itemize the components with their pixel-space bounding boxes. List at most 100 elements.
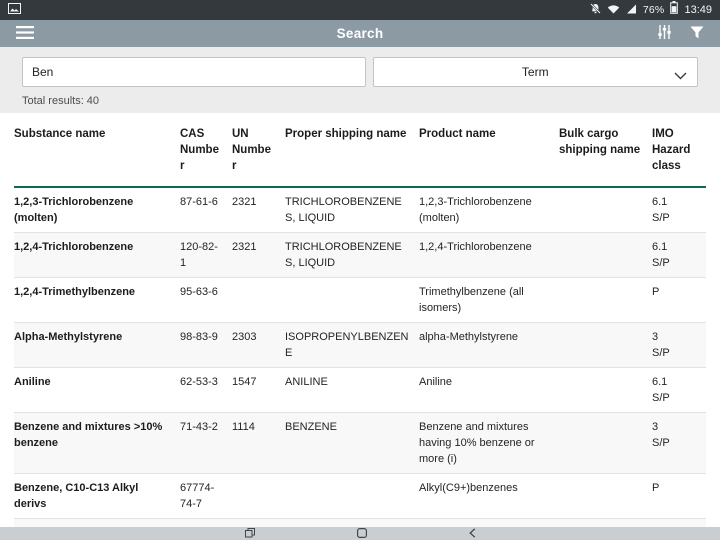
table-cell xyxy=(232,519,285,528)
table-cell: 3 S/P xyxy=(652,323,706,368)
filter-button[interactable] xyxy=(686,23,708,44)
table-cell: TRICHLOROBENZENES, LIQUID xyxy=(285,233,419,278)
table-cell: alpha-Methylstyrene xyxy=(419,323,559,368)
table-row[interactable]: Benzene, C10-C13 Alkyl derivs67774-74-7A… xyxy=(14,474,706,519)
table-cell: Trimethylbenzene (all isomers) xyxy=(419,278,559,323)
table-row[interactable]: Alpha-Methylstyrene98-83-92303ISOPROPENY… xyxy=(14,323,706,368)
results-table: Substance nameCAS NumberUN NumberProper … xyxy=(14,113,706,527)
column-header[interactable]: Substance name xyxy=(14,113,180,187)
search-input[interactable] xyxy=(22,57,366,87)
search-row: Term xyxy=(22,57,698,87)
table-cell xyxy=(285,474,419,519)
status-bar-left xyxy=(8,1,21,19)
table-cell xyxy=(285,278,419,323)
table-cell xyxy=(559,474,652,519)
app-bar-actions xyxy=(653,23,708,44)
table-cell xyxy=(559,233,652,278)
tune-icon xyxy=(657,25,672,42)
signal-icon xyxy=(626,1,637,19)
table-header-row: Substance nameCAS NumberUN NumberProper … xyxy=(14,113,706,187)
table-cell: Benzyl butyl phthalate xyxy=(14,519,180,528)
table-cell xyxy=(559,519,652,528)
table-cell: 85-68-7 xyxy=(180,519,232,528)
total-results-label: Total results: 40 xyxy=(22,95,698,107)
table-cell: 1,2,3-Trichlorobenzene (molten) xyxy=(14,187,180,233)
table-cell: 1,2,4-Trichlorobenzene xyxy=(419,233,559,278)
table-row[interactable]: Aniline62-53-31547ANILINEAniline6.1 S/P xyxy=(14,368,706,413)
recents-button[interactable] xyxy=(245,526,255,540)
column-header[interactable]: Proper shipping name xyxy=(285,113,419,187)
table-cell: Benzene and mixtures having 10% benzene … xyxy=(419,413,559,474)
table-cell: 3 S/P xyxy=(652,413,706,474)
table-cell: Aniline xyxy=(14,368,180,413)
filter-funnel-icon xyxy=(690,26,704,42)
status-bar-right: 76% 13:49 xyxy=(590,1,712,19)
sort-options-button[interactable] xyxy=(653,23,676,44)
table-row[interactable]: 1,2,3-Trichlorobenzene (molten)87-61-623… xyxy=(14,187,706,233)
table-cell xyxy=(559,323,652,368)
table-cell: 2321 xyxy=(232,233,285,278)
search-type-dropdown[interactable]: Term xyxy=(373,57,699,87)
navigation-bar xyxy=(0,527,720,540)
table-cell: 6.1 S/P xyxy=(652,233,706,278)
column-header[interactable]: Bulk cargo shipping name xyxy=(559,113,652,187)
column-header[interactable]: IMO Hazard class xyxy=(652,113,706,187)
table-cell: P xyxy=(652,278,706,323)
table-row[interactable]: 1,2,4-Trichlorobenzene 120-82-12321TRICHL… xyxy=(14,233,706,278)
mute-icon xyxy=(590,1,601,19)
table-cell: 62-53-3 xyxy=(180,368,232,413)
table-cell: 2321 xyxy=(232,187,285,233)
search-panel: Term Total results: 40 xyxy=(0,47,720,113)
table-cell: BENZENE xyxy=(285,413,419,474)
table-cell: Alkyl(C9+)benzenes xyxy=(419,474,559,519)
column-header[interactable]: Product name xyxy=(419,113,559,187)
table-cell xyxy=(559,413,652,474)
screenshot-icon xyxy=(8,1,21,19)
table-cell: 98-83-9 xyxy=(180,323,232,368)
home-button[interactable] xyxy=(357,526,367,540)
back-button[interactable] xyxy=(469,526,476,540)
column-header[interactable]: UN Number xyxy=(232,113,285,187)
results-table-body: 1,2,3-Trichlorobenzene (molten)87-61-623… xyxy=(14,187,706,527)
battery-icon xyxy=(670,1,678,19)
table-cell: 6.1 S/P xyxy=(652,368,706,413)
table-cell: 1,2,3-Trichlorobenzene (molten) xyxy=(419,187,559,233)
table-row[interactable]: 1,2,4-Trimethylbenzene95-63-6Trimethylbe… xyxy=(14,278,706,323)
table-cell xyxy=(232,474,285,519)
table-cell: 120-82-1 xyxy=(180,233,232,278)
table-cell: 71-43-2 xyxy=(180,413,232,474)
column-header[interactable]: CAS Number xyxy=(180,113,232,187)
results-area: Substance nameCAS NumberUN NumberProper … xyxy=(0,113,720,527)
table-cell xyxy=(559,187,652,233)
app-bar: Search xyxy=(0,20,720,47)
table-cell: Butyl benzyl phthalate xyxy=(419,519,559,528)
battery-percent-label: 76% xyxy=(643,4,665,16)
clock-label: 13:49 xyxy=(684,4,712,16)
table-cell xyxy=(559,368,652,413)
home-icon xyxy=(357,526,367,540)
recents-icon xyxy=(245,526,255,540)
status-bar: 76% 13:49 xyxy=(0,0,720,20)
wifi-icon xyxy=(607,1,620,19)
search-type-selected: Term xyxy=(522,65,549,79)
table-cell: 1114 xyxy=(232,413,285,474)
table-cell: TRICHLOROBENZENES, LIQUID xyxy=(285,187,419,233)
back-icon xyxy=(469,526,476,540)
chevron-down-icon xyxy=(674,69,687,83)
table-cell: P xyxy=(652,519,706,528)
table-cell: Benzene, C10-C13 Alkyl derivs xyxy=(14,474,180,519)
table-cell: P xyxy=(652,474,706,519)
page-title: Search xyxy=(0,26,720,41)
table-cell: 87-61-6 xyxy=(180,187,232,233)
table-row[interactable]: Benzene and mixtures >10% benzene71-43-2… xyxy=(14,413,706,474)
menu-button[interactable] xyxy=(12,24,38,44)
hamburger-icon xyxy=(16,26,34,42)
table-cell xyxy=(232,278,285,323)
table-cell: 1547 xyxy=(232,368,285,413)
table-cell: Benzene and mixtures >10% benzene xyxy=(14,413,180,474)
table-cell: 1,2,4-Trimethylbenzene xyxy=(14,278,180,323)
table-cell: ISOPROPENYLBENZENE xyxy=(285,323,419,368)
table-cell xyxy=(559,278,652,323)
tablet-screen: 76% 13:49 Search xyxy=(0,0,720,540)
table-cell: ANILINE xyxy=(285,368,419,413)
